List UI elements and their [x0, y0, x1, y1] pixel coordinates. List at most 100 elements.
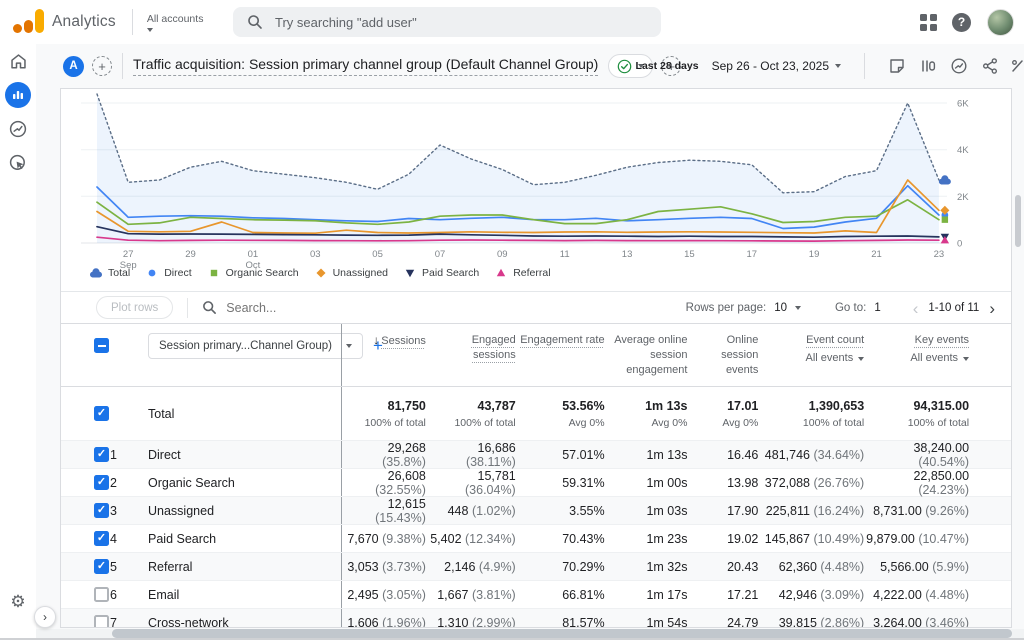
dimension-selector[interactable]: Session primary...Channel Group): [148, 333, 363, 359]
metric-filter-dropdown[interactable]: All events: [864, 351, 969, 366]
column-header-engaged-sessions[interactable]: Engaged sessions: [426, 324, 516, 363]
row-checkbox[interactable]: ✓: [94, 475, 109, 490]
column-header-key-events[interactable]: Key eventsAll events: [864, 324, 969, 366]
bar-chart-icon: [11, 88, 25, 102]
svg-text:19: 19: [809, 249, 820, 260]
go-to-input[interactable]: 1: [874, 302, 880, 314]
total-row-checkbox[interactable]: ✓: [94, 406, 109, 421]
svg-text:17: 17: [747, 249, 758, 260]
svg-text:4K: 4K: [957, 145, 969, 156]
legend-item-referral[interactable]: Referral: [494, 267, 550, 279]
comparisons-icon[interactable]: [919, 57, 937, 75]
row-number: 4: [110, 532, 148, 546]
column-header-average-online-session-engagement[interactable]: Average online session engagement: [605, 324, 688, 378]
row-number: 2: [110, 476, 148, 490]
channel-name: Organic Search: [148, 476, 341, 490]
column-header-online-session-events[interactable]: Online session events: [687, 324, 758, 378]
total-marker-icon: [89, 267, 103, 279]
svg-text:29: 29: [185, 249, 196, 260]
table-row-unassigned[interactable]: ✓3Unassigned12,615 (15.43%)448 (1.02%)3.…: [61, 496, 1011, 524]
metric-cell: 2,146 (4.9%): [426, 560, 516, 574]
date-range-picker[interactable]: Sep 26 - Oct 23, 2025: [712, 59, 841, 73]
column-header-engagement-rate[interactable]: Engagement rate: [516, 324, 605, 348]
legend-item-total[interactable]: Total: [89, 267, 130, 279]
legend-item-direct[interactable]: Direct: [145, 267, 191, 279]
table-row-organic-search[interactable]: ✓2Organic Search26,608 (32.55%)15,781 (3…: [61, 468, 1011, 496]
chevron-down-icon[interactable]: [795, 306, 801, 310]
clipped-edge-icon[interactable]: [1012, 57, 1024, 75]
global-search-input[interactable]: [275, 15, 615, 30]
table-search[interactable]: [202, 300, 426, 315]
horizontal-scrollbar-thumb[interactable]: [112, 629, 1012, 638]
admin-gear-icon[interactable]: ⚙: [0, 592, 36, 612]
legend-item-organic-search[interactable]: Organic Search: [207, 267, 299, 279]
table-search-input[interactable]: [226, 301, 426, 315]
column-header-event-count[interactable]: Event countAll events: [758, 324, 864, 366]
share-icon[interactable]: [981, 57, 999, 75]
nav-home[interactable]: [0, 44, 36, 78]
row-checkbox[interactable]: ✓: [94, 531, 109, 546]
table-row-email[interactable]: 6Email2,495 (3.05%)1,667 (3.81%)66.81%1m…: [61, 580, 1011, 608]
metric-cell: 70.29%: [516, 560, 605, 574]
svg-text:05: 05: [372, 249, 383, 260]
add-report-tab-button[interactable]: +: [92, 56, 112, 76]
report-avatar[interactable]: A: [63, 56, 84, 77]
vertical-scrollbar-thumb[interactable]: [1015, 195, 1021, 247]
row-checkbox[interactable]: [94, 587, 109, 602]
analytics-logo-icon[interactable]: [10, 9, 44, 35]
table-row-paid-search[interactable]: ✓4Paid Search7,670 (9.38%)5,402 (12.34%)…: [61, 524, 1011, 552]
table-row-direct[interactable]: ✓1Direct29,268 (35.8%)16,686 (38.11%)57.…: [61, 440, 1011, 468]
metric-cell: 17.21: [687, 588, 758, 602]
go-to-label: Go to:: [835, 302, 866, 314]
metric-cell: 1m 54s: [605, 616, 688, 629]
checkmark-circle-icon: [617, 59, 632, 74]
row-number: 3: [110, 504, 148, 518]
report-title[interactable]: Traffic acquisition: Session primary cha…: [133, 56, 598, 76]
table-row-referral[interactable]: ✓5Referral3,053 (3.73%)2,146 (4.9%)70.29…: [61, 552, 1011, 580]
metric-filter-dropdown[interactable]: All events: [758, 351, 864, 366]
prev-page-icon[interactable]: ‹: [911, 300, 921, 317]
help-icon[interactable]: ?: [952, 13, 971, 32]
metric-cell: 145,867 (10.49%): [758, 532, 864, 546]
legend-item-unassigned[interactable]: Unassigned: [314, 267, 388, 279]
advertising-icon: [8, 153, 28, 173]
expand-nav-button[interactable]: ›: [34, 606, 56, 628]
row-number: 6: [110, 588, 148, 602]
legend-item-paid-search[interactable]: Paid Search: [403, 267, 479, 279]
metric-cell: 81.57%: [516, 616, 605, 629]
column-header-sessions[interactable]: ↓Sessions: [342, 324, 426, 349]
row-checkbox[interactable]: ✓: [94, 559, 109, 574]
nav-reports-active[interactable]: [0, 78, 36, 112]
row-checkbox[interactable]: ✓: [94, 503, 109, 518]
organic-search-marker-icon: [207, 267, 221, 279]
table-row-cross-network[interactable]: 7Cross-network1,606 (1.96%)1,310 (2.99%)…: [61, 608, 1011, 628]
metric-cell: 372,088 (26.76%): [758, 476, 864, 490]
horizontal-scrollbar[interactable]: [36, 629, 1024, 638]
user-avatar[interactable]: [987, 9, 1014, 36]
metric-cell: 1m 32s: [605, 560, 688, 574]
rows-per-page-value[interactable]: 10: [774, 302, 787, 314]
table-total-row: ✓ Total 81,750100% of total43,787100% of…: [61, 386, 1011, 440]
account-picker[interactable]: All accounts: [147, 13, 204, 32]
channel-name: Email: [148, 588, 341, 602]
nav-explore[interactable]: [0, 112, 36, 146]
metric-cell: 12,615 (15.43%): [342, 497, 426, 525]
row-checkbox[interactable]: [94, 615, 109, 628]
apps-grid-icon[interactable]: [920, 14, 936, 30]
report-card: 02K4K6K27Sep2901Oct030507091113151719212…: [60, 88, 1012, 628]
metric-cell: 5,566.00 (5.9%): [864, 560, 969, 574]
svg-text:21: 21: [871, 249, 882, 260]
next-page-icon[interactable]: ›: [987, 300, 997, 317]
row-checkbox[interactable]: ✓: [94, 447, 109, 462]
plot-rows-button[interactable]: Plot rows: [96, 296, 173, 319]
metric-cell: 15,781 (36.04%): [426, 469, 516, 497]
chart-legend: Total Direct Organic Search Unassigned Paid …: [89, 267, 551, 279]
metric-cell: 2,495 (3.05%): [342, 588, 426, 602]
chevron-down-icon: [835, 64, 841, 68]
svg-text:01: 01: [248, 249, 259, 260]
global-search[interactable]: [233, 7, 661, 37]
nav-advertising[interactable]: [0, 146, 36, 180]
select-all-checkbox[interactable]: [94, 338, 109, 353]
insights-icon[interactable]: [950, 57, 968, 75]
notes-icon[interactable]: [888, 57, 906, 75]
